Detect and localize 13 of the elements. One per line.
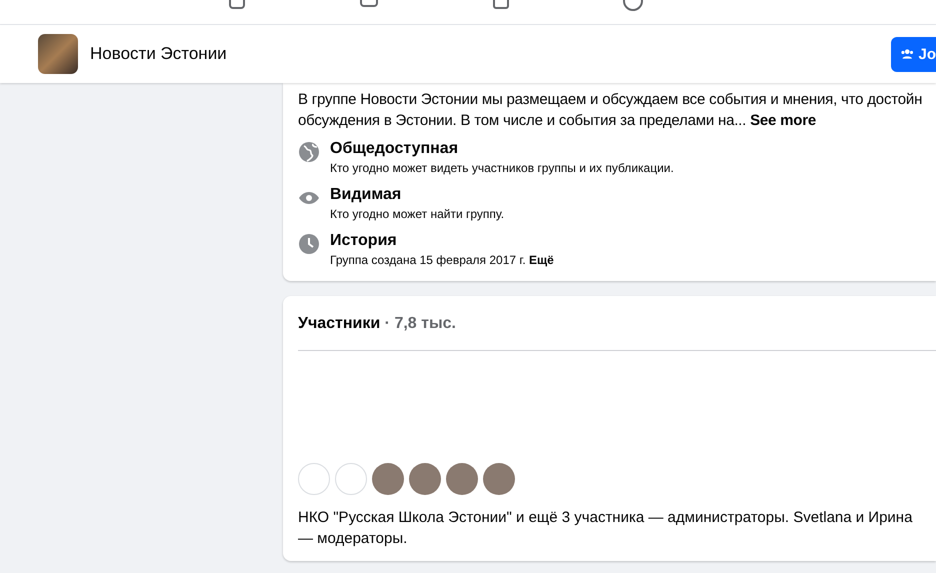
admins-summary: НКО "Русская Школа Эстонии" и ещё 3 участника — администраторы. Svetlana и Ирина — модераторы.: [298, 508, 914, 549]
group-description: обсуждения в Эстонии. В том числе и события за пределами на... See more: [298, 111, 818, 131]
privacy-description: Кто угодно может найти группу.: [330, 206, 504, 223]
privacy-title: Видимая: [330, 185, 402, 205]
see-more-link[interactable]: See more: [750, 112, 816, 129]
privacy-description: Группа создана 15 февраля 2017 г. Ещё: [330, 252, 554, 269]
privacy-description: Кто угодно может видеть участников группы и их публикации.: [330, 160, 674, 177]
join-button[interactable]: Jo: [891, 36, 936, 72]
members-heading: Участники · 7,8 тыс.: [298, 302, 936, 351]
group-title: Новости Эстонии: [90, 44, 228, 64]
privacy-title: История: [330, 231, 398, 251]
privacy-title: Общедоступная: [330, 139, 460, 159]
group-description: В группе Новости Эстонии мы размещаем и обсуждаем все события и мнения, что достойн: [298, 90, 924, 110]
